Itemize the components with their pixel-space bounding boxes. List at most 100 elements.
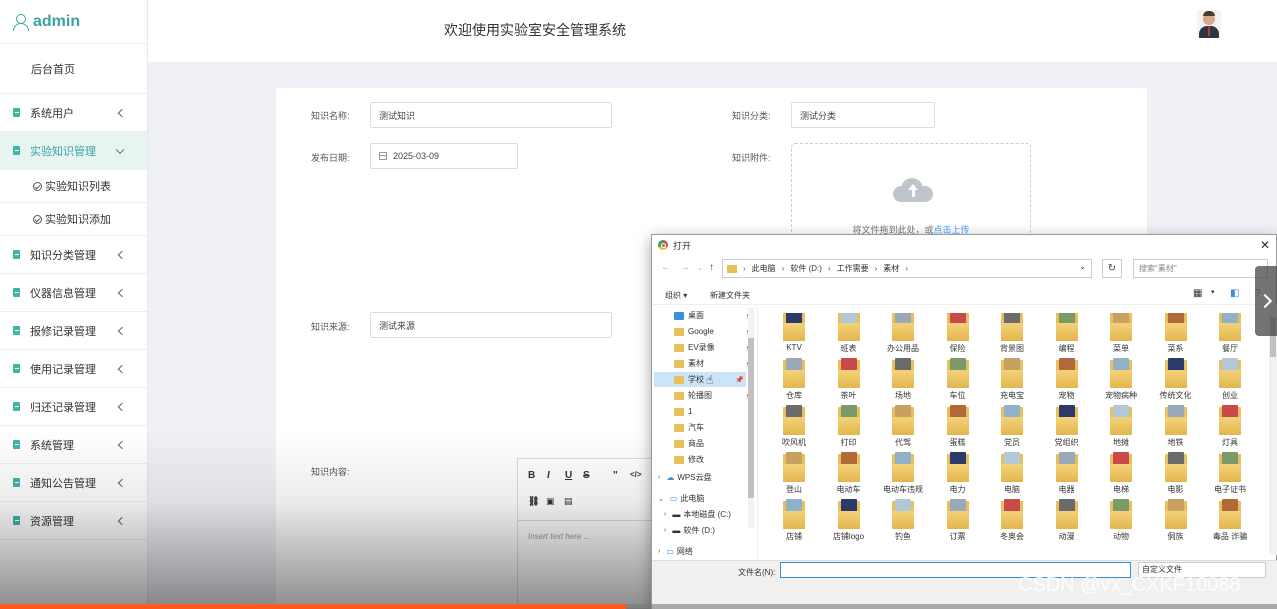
folder-item[interactable]: 菜系 bbox=[1156, 313, 1196, 359]
folder-item[interactable]: 菜单 bbox=[1101, 313, 1141, 359]
folder-item[interactable]: 电器 bbox=[1047, 452, 1087, 500]
tree-item-this-pc[interactable]: ⌄ ▭ 此电脑 bbox=[658, 493, 704, 504]
name-input[interactable]: 测试知识 bbox=[370, 102, 612, 128]
folder-item[interactable]: 店铺 bbox=[774, 499, 814, 547]
sidebar-item-repair[interactable]: 报修记录管理 bbox=[0, 312, 147, 350]
forward-icon[interactable]: → bbox=[680, 262, 690, 273]
folder-item[interactable]: 吹风机 bbox=[774, 405, 814, 453]
sidebar-subitem-knowledge-add[interactable]: 实验知识添加 bbox=[0, 203, 147, 236]
sidebar-item-return[interactable]: 归还记录管理 bbox=[0, 388, 147, 426]
view-icon[interactable]: ▦ bbox=[1193, 288, 1202, 299]
breadcrumb[interactable]: 此电脑 bbox=[752, 263, 776, 274]
sidebar-item-knowledge[interactable]: 实验知识管理 bbox=[0, 132, 147, 170]
folder-item[interactable]: 冬奥会 bbox=[992, 499, 1032, 547]
nav-item[interactable]: 轮播图📌 bbox=[674, 388, 754, 403]
bold-button[interactable]: B bbox=[528, 470, 535, 481]
folder-item[interactable]: 宠物病种 bbox=[1101, 358, 1141, 406]
folder-item[interactable]: KTV bbox=[774, 313, 814, 359]
category-select[interactable]: 测试分类 bbox=[791, 102, 935, 128]
strike-button[interactable]: S bbox=[583, 470, 590, 481]
folder-item[interactable]: 电力 bbox=[938, 452, 978, 500]
italic-button[interactable]: I bbox=[547, 470, 550, 481]
up-icon[interactable]: ↑ bbox=[709, 262, 714, 273]
tree-item-drive-d[interactable]: › ▬ 软件 (D:) bbox=[664, 525, 715, 536]
folder-item[interactable]: 车位 bbox=[938, 358, 978, 406]
video-icon[interactable]: ▤ bbox=[564, 496, 573, 507]
folder-item[interactable]: 创业 bbox=[1210, 358, 1250, 406]
sidebar-item-system-users[interactable]: 系统用户 bbox=[0, 94, 147, 132]
folder-item[interactable]: 电动车违规 bbox=[883, 452, 923, 500]
refresh-icon[interactable]: ↻ bbox=[1102, 259, 1122, 278]
nav-item[interactable]: 修改 bbox=[674, 452, 754, 467]
folder-item[interactable]: 办公用品 bbox=[883, 313, 923, 359]
folder-item[interactable]: 地摊 bbox=[1101, 405, 1141, 453]
avatar[interactable] bbox=[1197, 10, 1221, 38]
back-icon[interactable]: ← bbox=[661, 262, 671, 273]
folder-item[interactable]: 电脑 bbox=[992, 452, 1032, 500]
quote-button[interactable]: " bbox=[613, 470, 618, 481]
preview-pane-icon[interactable]: ◧ bbox=[1230, 288, 1239, 299]
folder-item[interactable]: 登山 bbox=[774, 452, 814, 500]
nav-item[interactable]: 桌面📌 bbox=[674, 308, 754, 323]
folder-item[interactable]: 钓鱼 bbox=[883, 499, 923, 547]
close-icon[interactable]: ✕ bbox=[1260, 238, 1270, 252]
folder-item[interactable]: 打印 bbox=[829, 405, 869, 453]
sidebar-item-category[interactable]: 知识分类管理 bbox=[0, 236, 147, 274]
tree-item-network[interactable]: › ▭ 网络 bbox=[658, 546, 693, 557]
underline-button[interactable]: U bbox=[565, 470, 572, 481]
folder-item[interactable]: 地铁 bbox=[1156, 405, 1196, 453]
sidebar-item-home[interactable]: 后台首页 bbox=[0, 44, 147, 94]
folder-item[interactable]: 党组织 bbox=[1047, 405, 1087, 453]
nav-item[interactable]: Google📌 bbox=[674, 324, 754, 339]
sidebar-item-notice[interactable]: 通知公告管理 bbox=[0, 464, 147, 502]
folder-item[interactable]: 仓库 bbox=[774, 358, 814, 406]
link-icon[interactable]: ⛓ bbox=[528, 496, 539, 507]
folder-item[interactable]: 动物 bbox=[1101, 499, 1141, 547]
folder-item[interactable]: 编程 bbox=[1047, 313, 1087, 359]
video-progress-bar[interactable] bbox=[0, 604, 1277, 609]
folder-item[interactable]: 毒品 诈骗 bbox=[1210, 499, 1250, 547]
folder-item[interactable]: 动漫 bbox=[1047, 499, 1087, 547]
recent-dropdown-icon[interactable]: ⌄ bbox=[697, 264, 703, 272]
sidebar-item-instrument[interactable]: 仪器信息管理 bbox=[0, 274, 147, 312]
folder-item[interactable]: 传统文化 bbox=[1156, 358, 1196, 406]
nav-item-selected[interactable]: 学校 📌 bbox=[654, 372, 746, 387]
upload-dropzone[interactable]: 将文件拖到此处，或点击上传 bbox=[791, 143, 1031, 243]
nav-item[interactable]: 商品 bbox=[674, 436, 754, 451]
folder-item[interactable]: 灯具 bbox=[1210, 405, 1250, 453]
folder-item[interactable]: 蛋糕 bbox=[938, 405, 978, 453]
folder-item[interactable]: 侗族 bbox=[1156, 499, 1196, 547]
breadcrumb[interactable]: 素材 bbox=[883, 263, 899, 274]
folder-item[interactable]: 电梯 bbox=[1101, 452, 1141, 500]
sidebar-subitem-knowledge-list[interactable]: 实验知识列表 bbox=[0, 170, 147, 203]
folder-item[interactable]: 电子证书 bbox=[1210, 452, 1250, 500]
sidebar-item-usage[interactable]: 使用记录管理 bbox=[0, 350, 147, 388]
chevron-down-icon[interactable]: ▾ bbox=[1211, 288, 1215, 296]
nav-item[interactable]: 1 bbox=[674, 404, 754, 419]
folder-item[interactable]: 代驾 bbox=[883, 405, 923, 453]
folder-item[interactable]: 充电宝 bbox=[992, 358, 1032, 406]
folder-item[interactable]: 场地 bbox=[883, 358, 923, 406]
dialog-search-input[interactable]: 搜索"素材" bbox=[1133, 259, 1268, 278]
tree-item-drive-c[interactable]: › ▬ 本地磁盘 (C:) bbox=[664, 509, 731, 520]
folder-item[interactable]: 保险 bbox=[938, 313, 978, 359]
date-picker[interactable]: 2025-03-09 bbox=[370, 143, 518, 169]
folder-item[interactable]: 茶叶 bbox=[829, 358, 869, 406]
image-icon[interactable]: ▣ bbox=[546, 496, 555, 507]
nav-item[interactable]: 素材📌 bbox=[674, 356, 754, 371]
tree-item-wps[interactable]: › ☁ WPS云盘 bbox=[658, 472, 712, 483]
source-input[interactable]: 测试来源 bbox=[370, 312, 612, 338]
folder-item[interactable]: 电影 bbox=[1156, 452, 1196, 500]
new-folder-button[interactable]: 新建文件夹 bbox=[710, 290, 750, 301]
breadcrumb[interactable]: 工作需要 bbox=[837, 263, 869, 274]
folder-item[interactable]: 订票 bbox=[938, 499, 978, 547]
sidebar-item-system[interactable]: 系统管理 bbox=[0, 426, 147, 464]
organize-button[interactable]: 组织 ▾ bbox=[665, 290, 687, 301]
folder-item[interactable]: 宠物 bbox=[1047, 358, 1087, 406]
side-panel-toggle[interactable] bbox=[1255, 266, 1277, 336]
folder-item[interactable]: 餐厅 bbox=[1210, 313, 1250, 359]
sidebar-item-resource[interactable]: 资源管理 bbox=[0, 502, 147, 540]
code-button[interactable]: </> bbox=[630, 470, 642, 479]
grid-scrollbar[interactable] bbox=[1269, 305, 1277, 555]
folder-item[interactable]: 班表 bbox=[829, 313, 869, 359]
